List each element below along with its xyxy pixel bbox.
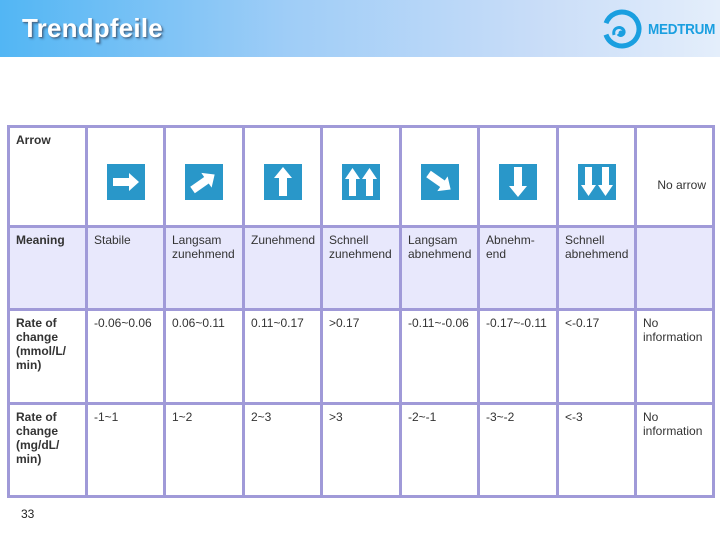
rate-mmol-cell: No information xyxy=(634,308,715,405)
rate-mmol-cell: 0.06~0.11 xyxy=(163,308,245,405)
row-label-arrow: Arrow xyxy=(7,125,88,228)
rate-mg-cell: -1~1 xyxy=(85,402,166,498)
arrow-cell xyxy=(163,125,245,228)
meaning-cell: Stabile xyxy=(85,225,166,311)
rate-mg-cell: -2~-1 xyxy=(399,402,480,498)
double-arrow-down-icon xyxy=(577,164,616,200)
arrow-down-right-icon xyxy=(420,164,459,200)
arrow-cell xyxy=(556,125,637,228)
arrow-up-icon xyxy=(263,164,302,200)
meaning-cell: Schnell zunehmend xyxy=(320,225,402,311)
trend-arrow-table: Arrow No arrow Meaning Stabile Langsam z… xyxy=(7,125,715,498)
arrow-row: Arrow No arrow xyxy=(7,125,715,228)
rate-mmol-cell: <-0.17 xyxy=(556,308,637,405)
rate-mmol-cell: -0.06~0.06 xyxy=(85,308,166,405)
rate-mmol-cell: >0.17 xyxy=(320,308,402,405)
arrow-cell xyxy=(85,125,166,228)
rate-mmol-row: Rate of change (mmol/L/ min) -0.06~0.06 … xyxy=(7,308,715,405)
rate-mg-cell: <-3 xyxy=(556,402,637,498)
rate-mmol-cell: -0.11~-0.06 xyxy=(399,308,480,405)
page-number: 33 xyxy=(21,507,35,521)
meaning-cell: Zunehmend xyxy=(242,225,323,311)
meaning-cell: Abnehm-end xyxy=(477,225,559,311)
row-label-rate-mmol: Rate of change (mmol/L/ min) xyxy=(7,308,88,405)
arrow-cell xyxy=(242,125,323,228)
no-arrow-label: No arrow xyxy=(634,125,715,228)
meaning-cell: Schnell abnehmend xyxy=(556,225,637,311)
rate-mg-row: Rate of change (mg/dL/ min) -1~1 1~2 2~3… xyxy=(7,402,715,498)
rate-mmol-cell: -0.17~-0.11 xyxy=(477,308,559,405)
arrow-cell xyxy=(477,125,559,228)
arrow-cell xyxy=(320,125,402,228)
row-label-meaning: Meaning xyxy=(7,225,88,311)
logo-text: MEDTRUM xyxy=(648,20,716,38)
arrow-down-icon xyxy=(499,164,537,200)
arrow-up-right-icon xyxy=(185,164,223,200)
rate-mg-cell: 2~3 xyxy=(242,402,323,498)
arrow-right-icon xyxy=(106,164,145,200)
rate-mg-cell: No information xyxy=(634,402,715,498)
meaning-row: Meaning Stabile Langsam zunehmend Zunehm… xyxy=(7,225,715,311)
meaning-cell: Langsam zunehmend xyxy=(163,225,245,311)
medtrum-swirl-icon xyxy=(602,9,642,49)
medtrum-logo: MEDTRUM xyxy=(600,6,720,52)
rate-mg-cell: -3~-2 xyxy=(477,402,559,498)
rate-mg-cell: 1~2 xyxy=(163,402,245,498)
meaning-cell: Langsam abnehmend xyxy=(399,225,480,311)
arrow-cell xyxy=(399,125,480,228)
rate-mmol-cell: 0.11~0.17 xyxy=(242,308,323,405)
double-arrow-up-icon xyxy=(342,164,380,200)
slide-title: Trendpfeile xyxy=(22,13,163,43)
row-label-rate-mg: Rate of change (mg/dL/ min) xyxy=(7,402,88,498)
meaning-cell xyxy=(634,225,715,311)
rate-mg-cell: >3 xyxy=(320,402,402,498)
